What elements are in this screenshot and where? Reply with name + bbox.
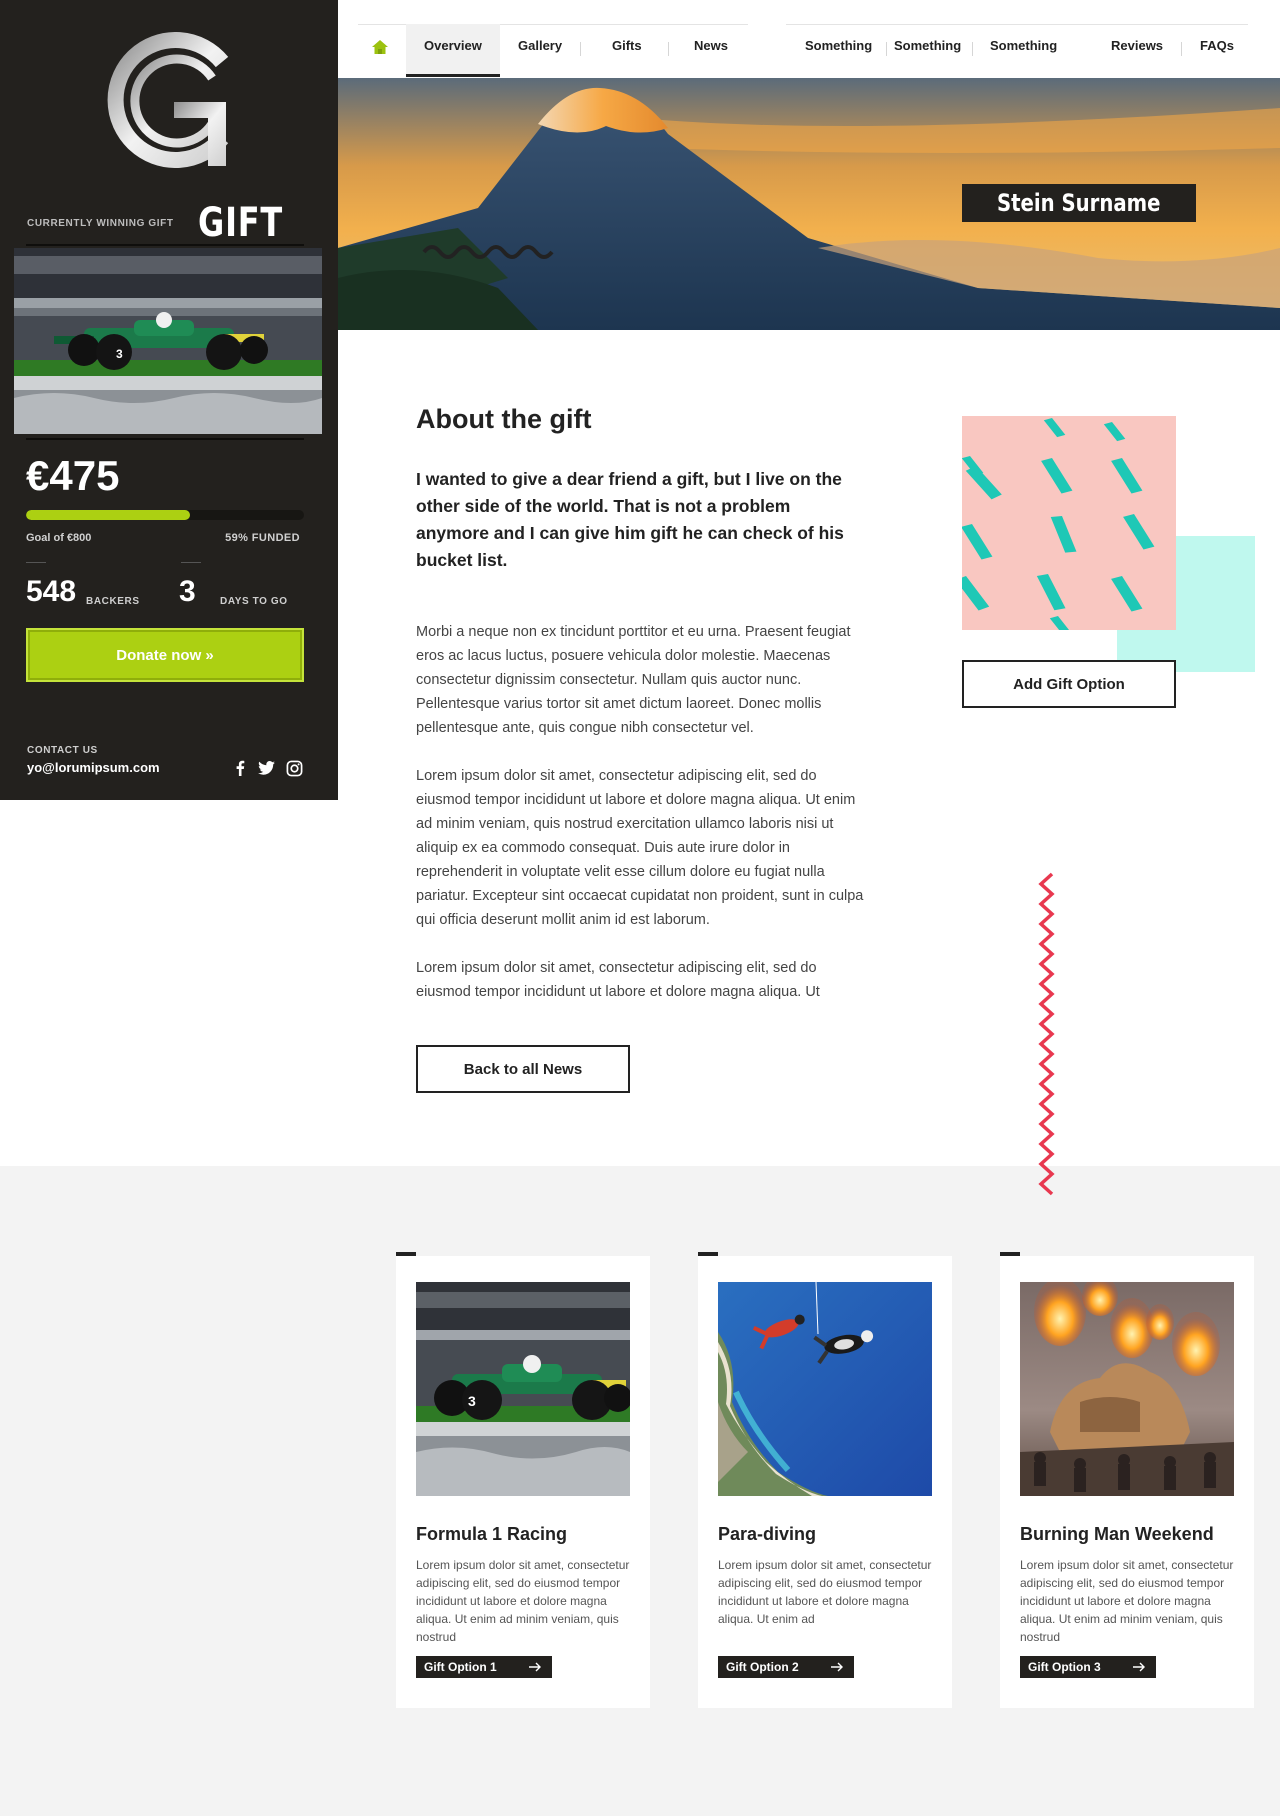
days-label: DAYS TO GO [220, 596, 288, 607]
arrow-right-icon [529, 1662, 541, 1672]
nav-divider [786, 24, 1248, 25]
nav-overview[interactable]: Overview [424, 38, 482, 53]
nav-something-2[interactable]: Something [894, 38, 961, 53]
card-image-para-diving[interactable] [718, 1282, 932, 1496]
arrow-right-icon [831, 1662, 843, 1672]
nav-faqs[interactable]: FAQs [1200, 38, 1234, 53]
card-description: Lorem ipsum dolor sit amet, consectetur … [718, 1558, 932, 1626]
back-to-news-button[interactable]: Back to all News [416, 1045, 630, 1093]
gift-card[interactable]: 3 Formula 1 Racing Lorem ipsum dolor sit… [396, 1252, 650, 1708]
gift-option-3-button[interactable]: Gift Option 3 [1020, 1656, 1156, 1678]
donate-button[interactable]: Donate now » [26, 628, 304, 682]
gift-card[interactable]: Burning Man Weekend Lorem ipsum dolor si… [1000, 1252, 1254, 1708]
article-paragraph: Morbi a neque non ex tincidunt porttitor… [416, 624, 851, 736]
article-paragraph: Lorem ipsum dolor sit amet, consectetur … [416, 960, 820, 1000]
card-title: Burning Man Weekend [1020, 1524, 1214, 1544]
arrow-right-icon [1133, 1662, 1145, 1672]
winning-gift-image[interactable]: 3 [14, 248, 322, 434]
article-lead: I wanted to give a dear friend a gift, b… [416, 469, 844, 570]
card-image-formula-1[interactable]: 3 [416, 1282, 630, 1496]
zigzag-decoration [1038, 872, 1055, 1196]
card-accent [396, 1252, 416, 1256]
contact-email-link[interactable]: yo@lorumipsum.com [27, 760, 160, 775]
nav-separator [668, 42, 669, 56]
hero-name-text: Stein Surname [997, 189, 1161, 217]
gift-option-image [962, 416, 1176, 630]
card-title: Formula 1 Racing [416, 1524, 568, 1544]
add-gift-option-button[interactable]: Add Gift Option [962, 660, 1176, 708]
nav-separator [886, 42, 887, 56]
backers-count: 548 [26, 575, 77, 608]
nav-news[interactable]: News [694, 38, 728, 53]
logo[interactable] [104, 32, 234, 168]
gift-option-label: Gift Option 3 [1028, 1660, 1101, 1674]
gift-option-1-button[interactable]: Gift Option 1 [416, 1656, 552, 1678]
card-accent [698, 1252, 718, 1256]
twitter-icon[interactable] [256, 758, 276, 778]
nav-separator [580, 42, 581, 56]
card-description: Lorem ipsum dolor sit amet, consectetur … [1020, 1558, 1234, 1644]
card-accent [1000, 1252, 1020, 1256]
card-image-burning-man[interactable] [1020, 1282, 1234, 1496]
nav-separator [972, 42, 973, 56]
nav-something-1[interactable]: Something [805, 38, 872, 53]
nav-gifts[interactable]: Gifts [612, 38, 642, 53]
card-title: Para-diving [718, 1524, 817, 1544]
gift-option-label: Gift Option 2 [726, 1660, 799, 1674]
gift-option-2-button[interactable]: Gift Option 2 [718, 1656, 854, 1678]
divider [181, 562, 201, 563]
card-description: Lorem ipsum dolor sit amet, consectetur … [416, 1558, 630, 1644]
funded-percent: 59% FUNDED [225, 532, 300, 544]
funding-progress-fill [26, 510, 191, 520]
backers-label: BACKERS [86, 596, 140, 607]
divider [26, 244, 304, 246]
nav-gallery[interactable]: Gallery [518, 38, 562, 53]
nav-something-3[interactable]: Something [990, 38, 1057, 53]
currently-winning-label: CURRENTLY WINNING GIFT [27, 218, 174, 229]
article-paragraph: Lorem ipsum dolor sit amet, consectetur … [416, 768, 864, 928]
divider [26, 562, 46, 563]
facebook-icon[interactable] [230, 758, 250, 778]
funding-progress-bar [26, 510, 304, 520]
page: CURRENTLY WINNING GIFT GIFT 1 [0, 0, 1280, 1816]
nav-separator [1181, 42, 1182, 56]
svg-text:3: 3 [468, 1393, 476, 1409]
funding-goal: Goal of €800 [26, 532, 92, 544]
hero-name-badge: Stein Surname [962, 184, 1196, 222]
amount-raised: €475 [26, 452, 120, 499]
gift-card[interactable]: Para-diving Lorem ipsum dolor sit amet, … [698, 1252, 952, 1708]
contact-label: CONTACT US [27, 745, 98, 756]
divider [26, 438, 304, 440]
svg-text:3: 3 [116, 347, 123, 361]
article-title: About the gift [416, 404, 592, 434]
home-icon[interactable] [372, 40, 388, 57]
gift-option-label: Gift Option 1 [424, 1660, 497, 1674]
days-count: 3 [179, 575, 196, 608]
sidebar: CURRENTLY WINNING GIFT GIFT 1 [0, 0, 338, 800]
nav-reviews[interactable]: Reviews [1111, 38, 1163, 53]
instagram-icon[interactable] [284, 758, 304, 778]
